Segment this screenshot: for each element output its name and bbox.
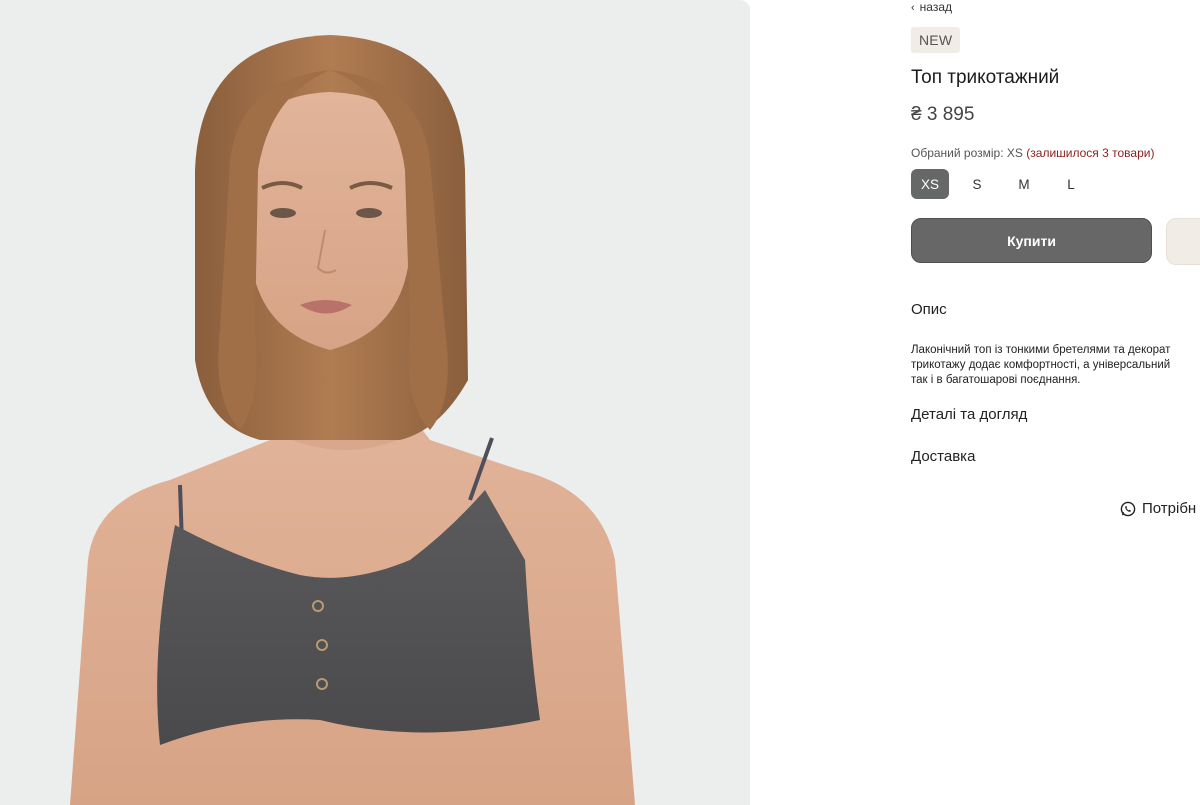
delivery-toggle[interactable]: Доставка <box>911 448 975 465</box>
selected-size-info: Обраний розмір: XS (залишилося 3 товари) <box>911 146 1154 160</box>
back-label: назад <box>919 0 953 14</box>
product-info-panel: ‹ назад NEW Топ трикотажний ₴ 3 895 Обран… <box>911 0 1200 805</box>
details-care-toggle[interactable]: Деталі та догляд <box>911 406 1027 423</box>
product-photo[interactable] <box>0 0 750 805</box>
model-photo <box>70 35 635 805</box>
stock-note: (залишилося 3 товари) <box>1026 146 1155 160</box>
wishlist-button[interactable] <box>1166 218 1200 265</box>
new-badge: NEW <box>911 27 961 53</box>
buy-button[interactable]: Купити <box>911 218 1152 263</box>
back-link[interactable]: ‹ назад <box>911 0 952 14</box>
selected-size-prefix: Обраний розмір: <box>911 146 1007 160</box>
selected-size-value: XS <box>1006 146 1023 160</box>
product-title: Топ трикотажний <box>911 67 1060 88</box>
description-line: Лаконічний топ із тонкими бретелями та д… <box>911 344 1171 356</box>
size-option-m[interactable]: M <box>1005 169 1043 199</box>
whatsapp-icon <box>1120 501 1136 516</box>
help-label: Потрібн <box>1142 500 1197 517</box>
size-option-s[interactable]: S <box>958 169 996 199</box>
size-options: XS S M L <box>911 169 1099 199</box>
size-option-l[interactable]: L <box>1052 169 1090 199</box>
chevron-left-icon: ‹ <box>911 2 915 14</box>
description-line: трикотажу додає комфортності, а універса… <box>911 359 1171 371</box>
description-line: так і в багатошарові поєднання. <box>911 374 1081 386</box>
help-whatsapp-link[interactable]: Потрібн <box>1120 500 1196 517</box>
size-option-xs[interactable]: XS <box>911 169 949 199</box>
description-toggle[interactable]: Опис <box>911 301 947 318</box>
product-price: ₴ 3 895 <box>911 104 975 125</box>
description-text: Лаконічний топ із тонкими бретелями та д… <box>911 343 1200 388</box>
